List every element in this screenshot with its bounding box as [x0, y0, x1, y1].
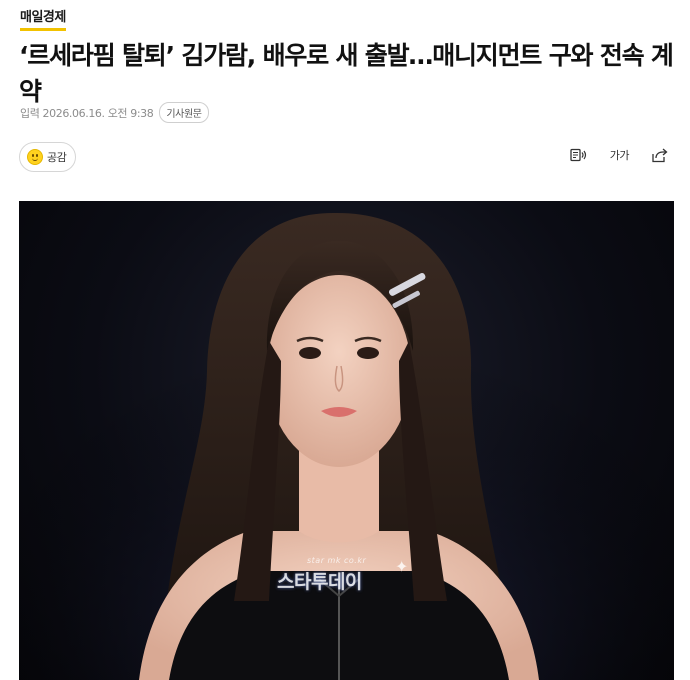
- text-to-speech-button[interactable]: [570, 148, 588, 162]
- portrait-illustration: [19, 201, 674, 680]
- font-size-icon: 가가: [609, 149, 630, 162]
- article-photo[interactable]: star mk co.kr 스타투데이 ✦: [19, 201, 674, 680]
- reaction-button[interactable]: 공감: [19, 142, 77, 172]
- photo-watermark-sub: star mk co.kr: [307, 556, 367, 565]
- text-to-speech-icon: [570, 148, 586, 162]
- share-icon: [652, 148, 668, 162]
- reaction-label: 공감: [47, 151, 67, 164]
- watermark-star-icon: ✦: [395, 557, 409, 576]
- article-toolbar: 가가: [570, 147, 668, 163]
- share-button[interactable]: [651, 148, 668, 163]
- press-logo[interactable]: 매일경제: [20, 6, 66, 31]
- original-article-link[interactable]: 기사원문: [159, 102, 209, 123]
- published-date: 입력 2026.06.16. 오전 9:38: [20, 106, 154, 120]
- font-size-button[interactable]: 가가: [609, 147, 630, 163]
- article-meta: 입력 2026.06.16. 오전 9:38 기사원문: [20, 102, 209, 123]
- article-headline: ‘르세라핌 탈퇴’ 김가람, 배우로 새 출발…매니지먼트 구와 전속 계약: [19, 41, 674, 106]
- photo-watermark: 스타투데이: [277, 571, 362, 593]
- smile-icon: [27, 149, 43, 165]
